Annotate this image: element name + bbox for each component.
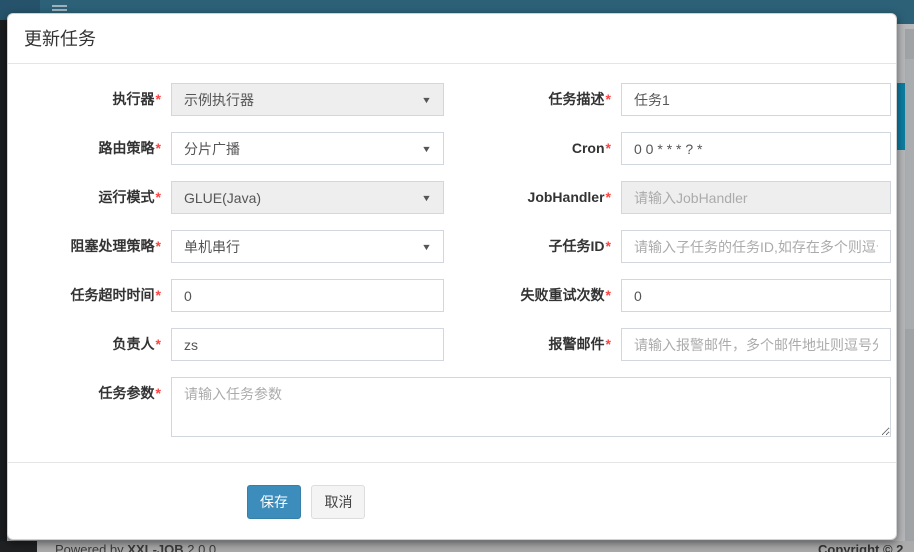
required-asterisk: * [156, 385, 161, 401]
block-strategy-select[interactable]: 单机串行 ▼ [171, 230, 444, 263]
chevron-down-icon: ▼ [421, 193, 432, 203]
route-strategy-select-value: 分片广播 [184, 139, 240, 159]
update-task-modal: 更新任务 执行器* 示例执行器 ▼ 任务描述* 路由策略* 分片广播 ▼ [7, 13, 897, 540]
required-asterisk: * [156, 91, 161, 107]
backdrop-footer-sidebar [0, 541, 37, 552]
cancel-button[interactable]: 取消 [311, 485, 365, 519]
executor-select-value: 示例执行器 [184, 90, 254, 110]
alarm-email-input[interactable] [621, 328, 891, 361]
field-label-task-desc: 任务描述* [461, 83, 611, 116]
hidden-button-fragment [897, 83, 905, 150]
child-jobid-input[interactable] [621, 230, 891, 263]
modal-footer: 保存 取消 [8, 462, 896, 539]
field-label-alarm-email: 报警邮件* [461, 328, 611, 361]
required-asterisk: * [606, 287, 611, 303]
save-button[interactable]: 保存 [247, 485, 301, 519]
update-task-form: 执行器* 示例执行器 ▼ 任务描述* 路由策略* 分片广播 ▼ Cron* [8, 83, 896, 453]
required-asterisk: * [606, 336, 611, 352]
timeout-input[interactable] [171, 279, 444, 312]
required-asterisk: * [156, 189, 161, 205]
jobhandler-input [621, 181, 891, 214]
job-params-textarea[interactable] [171, 377, 891, 437]
executor-select: 示例执行器 ▼ [171, 83, 444, 116]
form-row: 任务参数* [8, 377, 896, 437]
field-label-route-strategy: 路由策略* [18, 132, 161, 165]
chevron-down-icon: ▼ [421, 144, 432, 154]
required-asterisk: * [156, 238, 161, 254]
scrollbar-thumb[interactable] [905, 59, 914, 329]
field-label-glue-type: 运行模式* [18, 181, 161, 214]
version-text: 2.0.0 [187, 542, 216, 552]
task-desc-input[interactable] [621, 83, 891, 116]
required-asterisk: * [156, 336, 161, 352]
form-row: 阻塞处理策略* 单机串行 ▼ 子任务ID* [8, 230, 896, 263]
field-label-jobhandler: JobHandler* [461, 181, 611, 214]
chevron-down-icon: ▼ [421, 242, 432, 252]
field-label-block-strategy: 阻塞处理策略* [18, 230, 161, 263]
cron-input[interactable] [621, 132, 891, 165]
route-strategy-select[interactable]: 分片广播 ▼ [171, 132, 444, 165]
fail-retry-input[interactable] [621, 279, 891, 312]
field-label-cron: Cron* [461, 132, 611, 165]
brand-text: XXL-JOB [127, 542, 183, 552]
required-asterisk: * [606, 140, 611, 156]
powered-by-label: Powered by [55, 542, 124, 552]
field-label-author: 负责人* [18, 328, 161, 361]
modal-header: 更新任务 [8, 14, 896, 64]
form-row: 执行器* 示例执行器 ▼ 任务描述* [8, 83, 896, 116]
form-row: 路由策略* 分片广播 ▼ Cron* [8, 132, 896, 165]
powered-by-text: Powered by XXL-JOB 2.0.0 [55, 542, 216, 552]
page-scrollbar[interactable] [905, 29, 914, 552]
modal-title: 更新任务 [24, 28, 880, 50]
page: Powered by XXL-JOB 2.0.0 Copyright © 2 更… [0, 0, 914, 552]
block-strategy-select-value: 单机串行 [184, 237, 240, 257]
form-row: 负责人* 报警邮件* [8, 328, 896, 361]
required-asterisk: * [606, 189, 611, 205]
form-row: 运行模式* GLUE(Java) ▼ JobHandler* [8, 181, 896, 214]
glue-type-select-value: GLUE(Java) [184, 190, 261, 206]
glue-type-select: GLUE(Java) ▼ [171, 181, 444, 214]
required-asterisk: * [606, 91, 611, 107]
form-row: 任务超时时间* 失败重试次数* [8, 279, 896, 312]
chevron-down-icon: ▼ [421, 95, 432, 105]
author-input[interactable] [171, 328, 444, 361]
required-asterisk: * [156, 140, 161, 156]
field-label-job-params: 任务参数* [18, 377, 161, 410]
field-label-timeout: 任务超时时间* [18, 279, 161, 312]
field-label-child-jobid: 子任务ID* [461, 230, 611, 263]
field-label-fail-retry: 失败重试次数* [461, 279, 611, 312]
field-label-executor: 执行器* [18, 83, 161, 116]
copyright-text: Copyright © 2 [818, 542, 903, 552]
required-asterisk: * [156, 287, 161, 303]
required-asterisk: * [606, 238, 611, 254]
backdrop-sidebar [0, 20, 7, 552]
